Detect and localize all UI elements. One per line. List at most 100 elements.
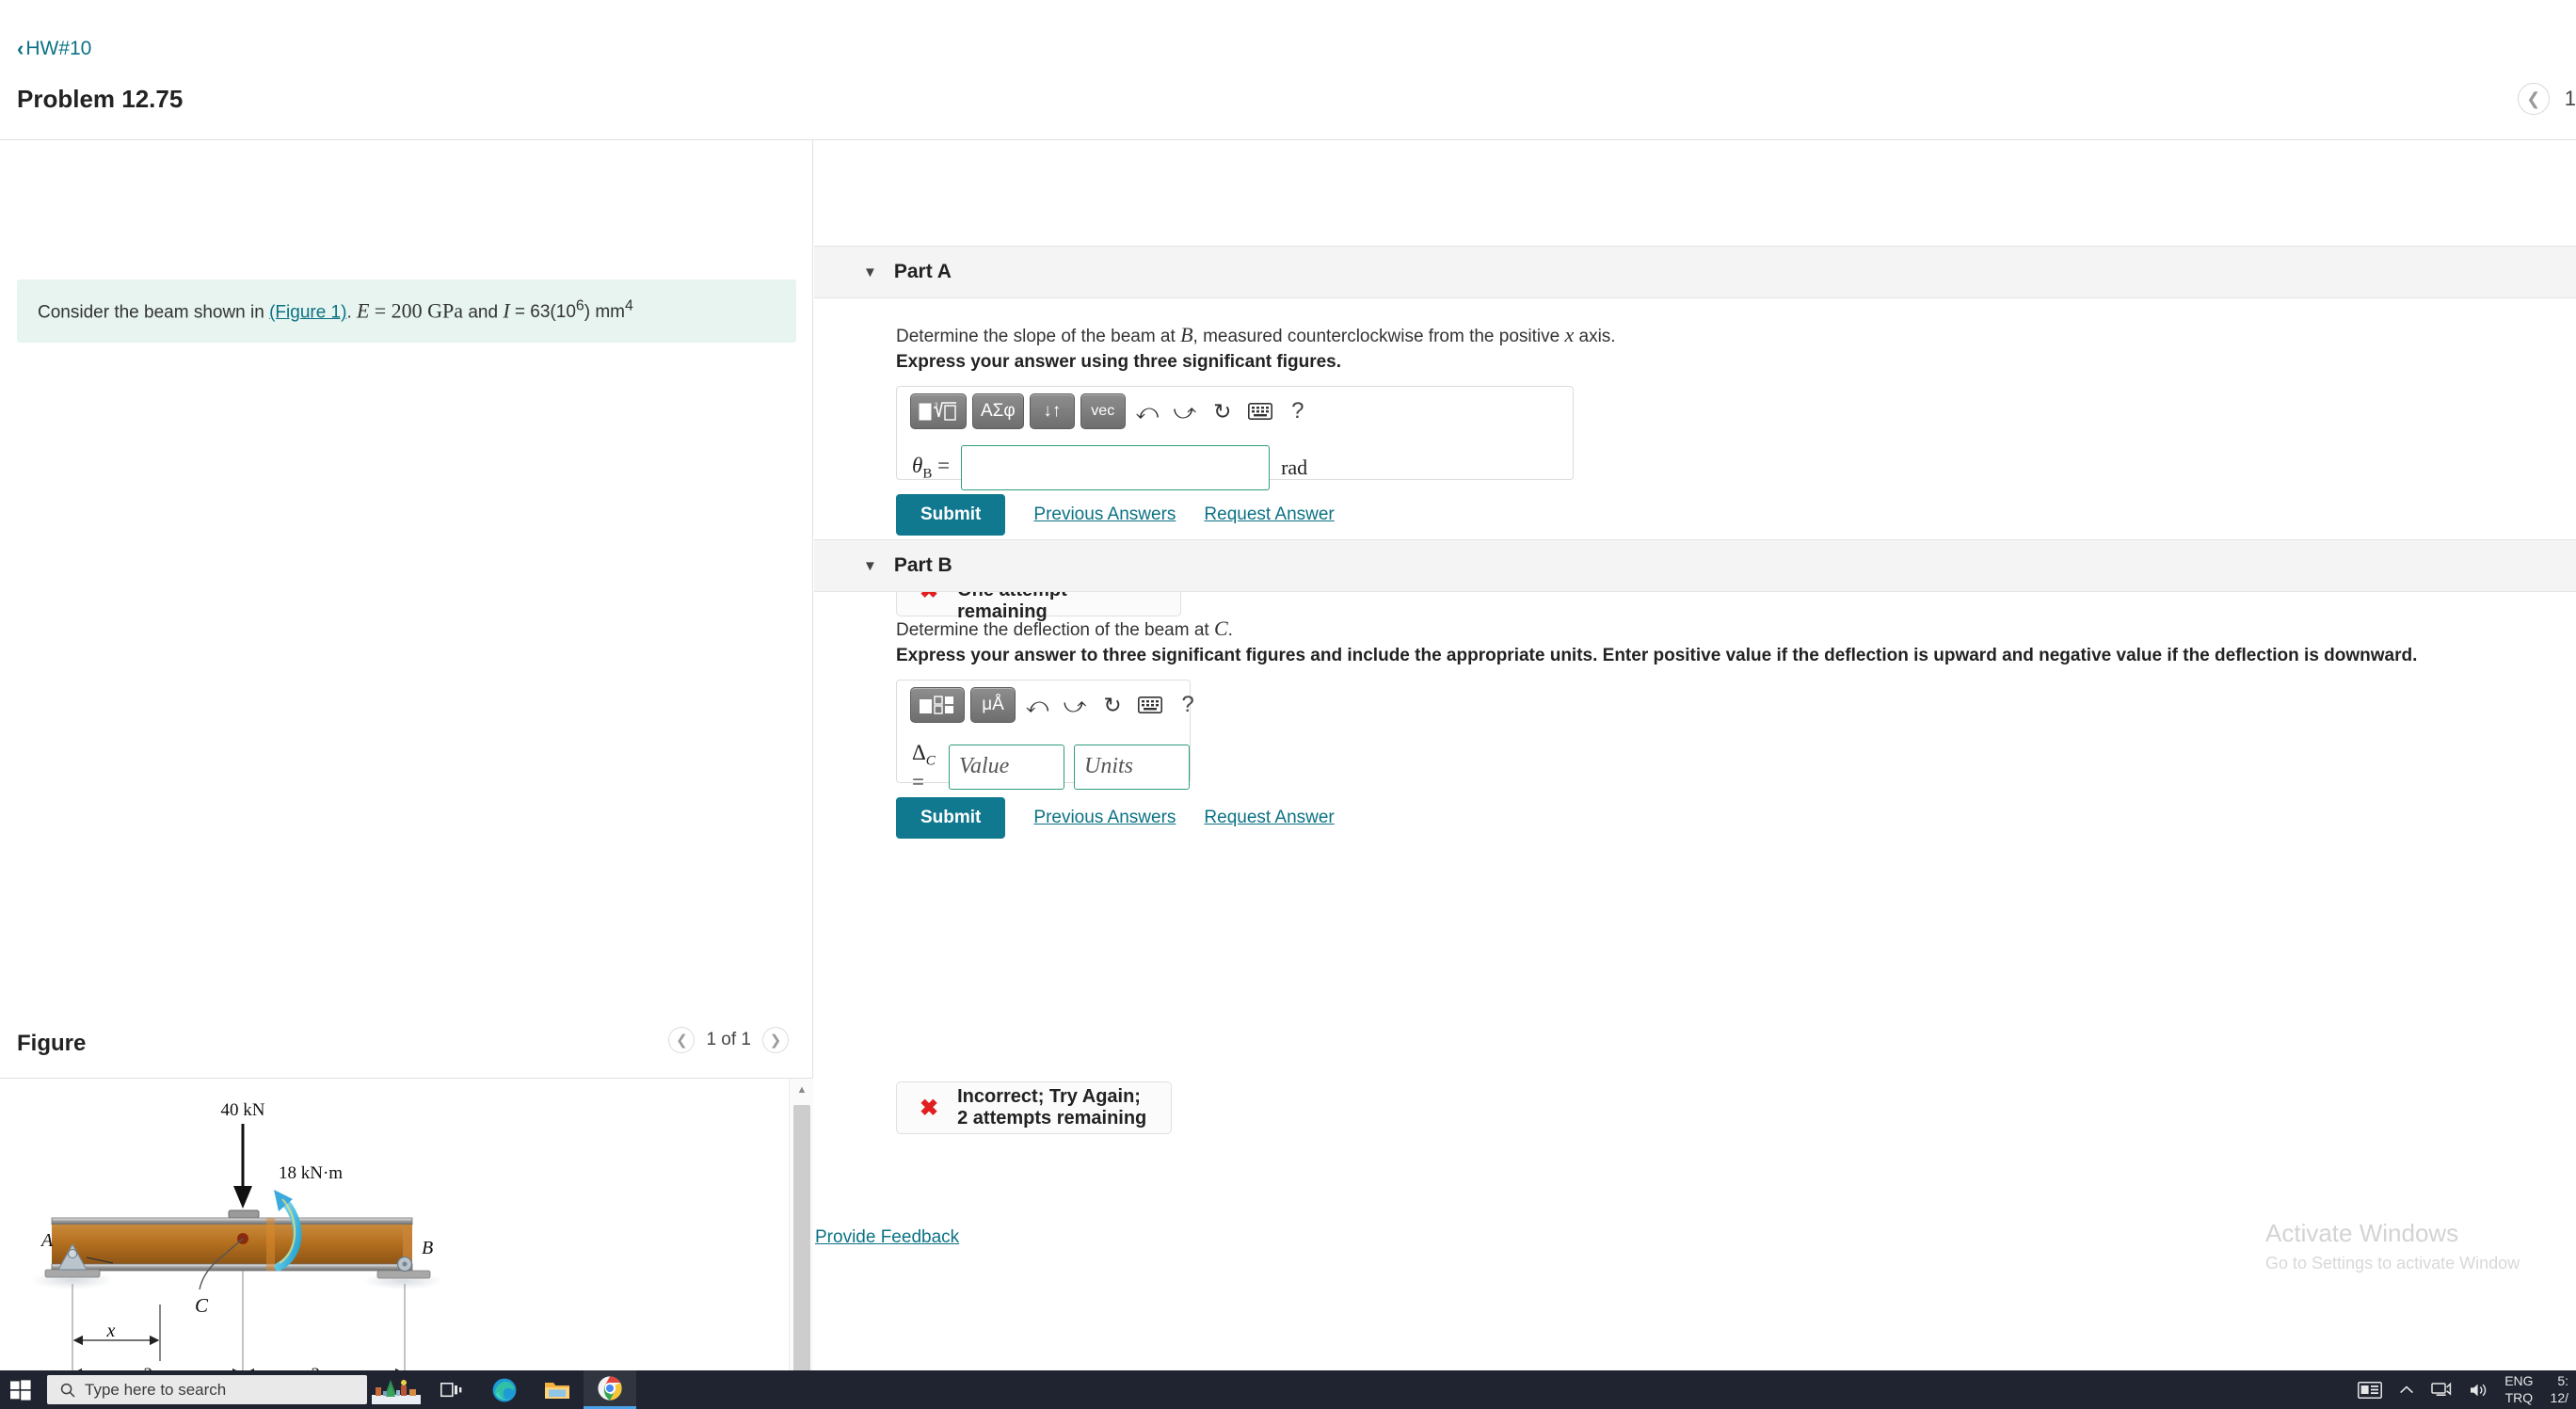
figure-title: Figure — [17, 1031, 87, 1056]
units-symbols-button[interactable]: μÅ — [970, 687, 1016, 723]
vec-glyph: vec — [1091, 403, 1115, 419]
undo-icon[interactable]: ⤺ — [1021, 689, 1053, 721]
clock[interactable]: 5: 12/ — [2551, 1373, 2568, 1406]
part-b-answer-row: ΔC = — [912, 741, 1190, 794]
system-tray: ENG TRQ 5: 12/ — [2358, 1373, 2576, 1406]
theta-symbol: θ — [912, 453, 923, 477]
network-glyph — [2431, 1382, 2452, 1396]
part-a-question: Determine the slope of the beam at B, me… — [896, 319, 2402, 351]
part-a-submit-button[interactable]: Submit — [896, 494, 1006, 536]
keyboard-glyph — [1138, 696, 1162, 713]
help-glyph: ? — [1291, 398, 1304, 424]
keyboard-glyph — [1247, 403, 1272, 420]
explorer-glyph — [545, 1382, 569, 1399]
math-template-button[interactable] — [910, 687, 965, 723]
file-explorer-icon[interactable] — [531, 1370, 584, 1409]
news-panel-icon[interactable] — [2358, 1381, 2383, 1399]
search-input[interactable]: Type here to search — [47, 1375, 367, 1404]
show-hidden-icons-icon[interactable] — [2399, 1385, 2414, 1396]
part-b-instruction: Express your answer to three significant… — [896, 646, 2418, 665]
part-a-answer-row: θB = rad — [912, 445, 1307, 490]
news-weather-icon[interactable] — [367, 1370, 425, 1409]
part-b-previous-answers-link[interactable]: Previous Answers — [1033, 808, 1176, 828]
greek-symbols-button[interactable]: ΑΣφ — [972, 393, 1024, 429]
sub-superscript-button[interactable]: ↓↑ — [1029, 393, 1075, 429]
microsoft-edge-icon[interactable] — [478, 1370, 531, 1409]
figure-1-link[interactable]: (Figure 1) — [269, 302, 346, 322]
scrollbar-thumb[interactable] — [793, 1105, 810, 1409]
keyboard-icon[interactable] — [1244, 395, 1276, 427]
figure-header: Figure ❮ 1 of 1 ❯ — [0, 1016, 813, 1076]
figure-navigation: ❮ 1 of 1 ❯ — [668, 1027, 789, 1053]
figure-counter: 1 of 1 — [706, 1030, 751, 1049]
part-b-request-answer-link[interactable]: Request Answer — [1204, 808, 1334, 828]
redo-icon[interactable]: ⤻ — [1059, 689, 1091, 721]
beam-diagram[interactable]: 40 kN 18 kN·m C A B x — [0, 1079, 789, 1409]
part-b-submit-button[interactable]: Submit — [896, 797, 1006, 839]
part-a-request-answer-link[interactable]: Request Answer — [1204, 504, 1334, 525]
chevron-left-icon: ❮ — [676, 1033, 688, 1049]
back-to-assignment-link[interactable]: ‹ HW#10 — [17, 38, 91, 60]
undo-icon[interactable]: ⤺ — [1131, 395, 1163, 427]
subsup-glyph: ↓↑ — [1043, 401, 1062, 421]
reset-icon[interactable]: ↻ — [1207, 395, 1239, 427]
question-a-var-b: B — [1180, 323, 1193, 346]
figure-next-button[interactable]: ❯ — [762, 1027, 789, 1053]
scroll-up-button[interactable]: ▲ — [790, 1079, 813, 1101]
figure-prev-button[interactable]: ❮ — [668, 1027, 696, 1053]
figure-viewport: 40 kN 18 kN·m C A B x ▲ — [0, 1078, 813, 1409]
part-b-feedback-text: Incorrect; Try Again; 2 attempts remaini… — [957, 1086, 1147, 1129]
clock-time: 5: — [2557, 1373, 2568, 1388]
part-b-units-input[interactable] — [1074, 745, 1190, 791]
reset-icon[interactable]: ↻ — [1096, 689, 1128, 721]
math-template-button[interactable]: 3 — [910, 393, 967, 429]
header-navigation: ❮ 1 — [2517, 83, 2576, 115]
part-b-value-input[interactable] — [949, 745, 1064, 791]
start-glyph — [10, 1379, 31, 1401]
equals-sign: = — [912, 769, 924, 793]
help-glyph: ? — [1181, 692, 1194, 717]
language-indicator[interactable]: ENG TRQ — [2504, 1373, 2533, 1406]
caret-down-icon: ▼ — [863, 557, 877, 574]
support-a-label: A — [40, 1230, 54, 1251]
google-chrome-icon[interactable] — [584, 1370, 636, 1409]
I-exponent: 6 — [575, 298, 584, 314]
keyboard-icon[interactable] — [1134, 689, 1166, 721]
volume-icon[interactable] — [2469, 1382, 2488, 1399]
help-icon[interactable]: ? — [1282, 395, 1314, 427]
question-a-text1: Determine the slope of the beam at — [896, 327, 1181, 346]
question-b-text1: Determine the deflection of the beam at — [896, 620, 1214, 640]
clock-date: 12/ — [2550, 1389, 2568, 1405]
previous-problem-button[interactable]: ❮ — [2517, 83, 2550, 115]
part-a-label: Part A — [893, 261, 952, 282]
edge-glyph — [492, 1378, 517, 1401]
delta-subscript: C — [925, 753, 936, 769]
volume-glyph — [2471, 1384, 2487, 1396]
part-a-answer-label: θB = — [912, 454, 950, 483]
part-a-answer-input[interactable] — [961, 445, 1271, 490]
vector-button[interactable]: vec — [1080, 393, 1126, 429]
mastering-physics-page: ‹ HW#10 Problem 12.75 ❮ 1 Consider the be… — [0, 0, 2576, 1409]
chevron-up-glyph — [2400, 1385, 2414, 1393]
chevron-right-icon: ❯ — [769, 1033, 782, 1049]
error-x-icon: ✖ — [920, 1095, 939, 1121]
part-a-previous-answers-link[interactable]: Previous Answers — [1033, 504, 1176, 525]
language-line1: ENG — [2504, 1373, 2534, 1388]
part-a-header[interactable]: ▼ Part A — [814, 246, 2576, 298]
redo-icon[interactable]: ⤻ — [1169, 395, 1201, 427]
help-icon[interactable]: ? — [1172, 689, 1204, 721]
E-symbol: E — [357, 298, 370, 323]
provide-feedback-link[interactable]: Provide Feedback — [815, 1227, 959, 1248]
statement-period: . — [346, 302, 352, 323]
windows-start-icon[interactable] — [0, 1370, 41, 1409]
I-units-exponent: 4 — [624, 298, 633, 314]
network-icon[interactable] — [2431, 1382, 2452, 1399]
part-b-header[interactable]: ▼ Part B — [814, 539, 2576, 592]
task-view-icon[interactable] — [425, 1370, 478, 1409]
activate-windows-watermark: Activate Windows Go to Settings to activ… — [2265, 1219, 2576, 1273]
E-value: = 200 GPa — [374, 298, 464, 323]
part-b-submit-row: Submit Previous Answers Request Answer — [896, 797, 1335, 839]
watermark-title: Activate Windows — [2265, 1219, 2459, 1247]
back-link-label: HW#10 — [25, 38, 92, 59]
figure-scrollbar[interactable]: ▲ ▼ — [789, 1079, 813, 1409]
